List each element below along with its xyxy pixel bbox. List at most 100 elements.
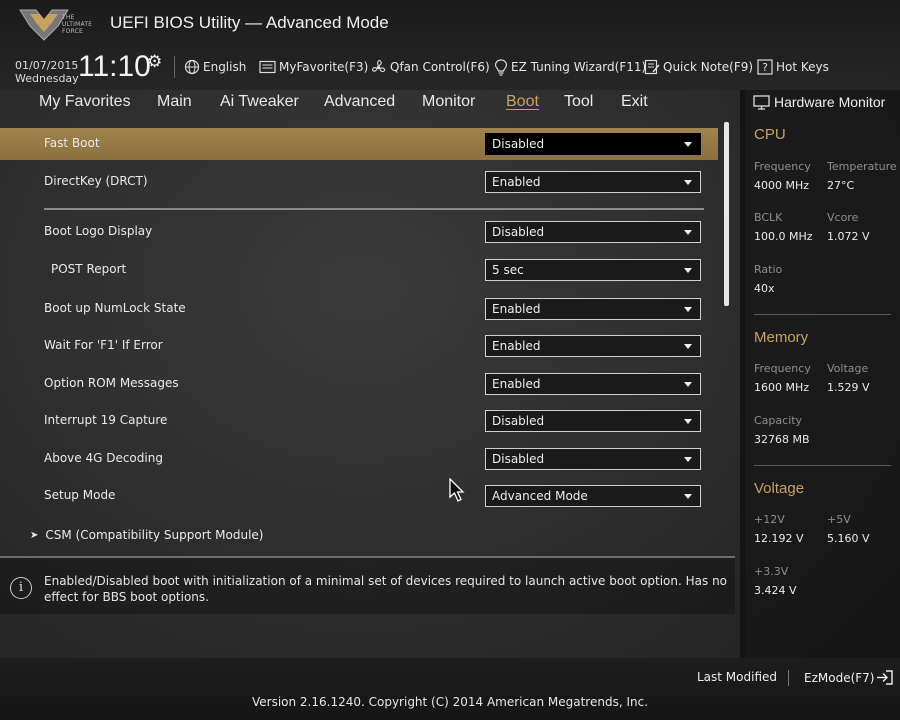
- csm-submenu-link[interactable]: ➤ CSM (Compatibility Support Module): [30, 528, 263, 543]
- qfan-control-button[interactable]: Qfan Control(F6): [370, 57, 490, 77]
- section-divider: [754, 465, 891, 466]
- hot-keys-button[interactable]: ? Hot Keys: [757, 57, 829, 77]
- setting-label: Boot Logo Display: [44, 224, 153, 238]
- help-text: Enabled/Disabled boot with initializatio…: [44, 574, 728, 604]
- memory-voltage-label: Voltage: [827, 362, 869, 375]
- dropdown-value: Disabled: [492, 137, 545, 151]
- setting-wait-f1[interactable]: Wait For 'F1' If Error Enabled: [0, 330, 718, 362]
- tab-advanced[interactable]: Advanced: [324, 93, 395, 111]
- tab-ai-tweaker[interactable]: Ai Tweaker: [220, 93, 299, 111]
- interrupt-19-capture-dropdown[interactable]: Disabled: [485, 410, 701, 432]
- setting-label: Option ROM Messages: [44, 376, 179, 390]
- footer-divider: [788, 670, 789, 686]
- setting-interrupt-19-capture[interactable]: Interrupt 19 Capture Disabled: [0, 405, 718, 437]
- section-divider: [44, 208, 704, 210]
- chevron-down-icon: [684, 457, 692, 462]
- tab-tool[interactable]: Tool: [564, 93, 593, 111]
- info-icon: i: [10, 577, 32, 599]
- chevron-down-icon: [684, 230, 692, 235]
- wait-f1-dropdown[interactable]: Enabled: [485, 335, 701, 357]
- bclk-label: BCLK: [754, 211, 783, 224]
- ezmode-label: EzMode(F7): [804, 670, 875, 685]
- myfavorite-button[interactable]: MyFavorite(F3): [259, 57, 368, 77]
- bclk-value: 100.0 MHz: [754, 230, 813, 243]
- exit-arrow-icon: [877, 670, 894, 685]
- chevron-down-icon: [684, 268, 692, 273]
- setup-mode-dropdown[interactable]: Advanced Mode: [485, 485, 701, 507]
- post-report-dropdown[interactable]: 5 sec: [485, 259, 701, 281]
- dropdown-value: Disabled: [492, 414, 545, 428]
- language-button[interactable]: English: [184, 57, 246, 77]
- hardware-monitor-title: Hardware Monitor: [753, 94, 885, 110]
- scrollbar[interactable]: [724, 122, 729, 306]
- dropdown-value: Advanced Mode: [492, 489, 588, 503]
- ez-tuning-wizard-button[interactable]: EZ Tuning Wizard(F11): [494, 57, 646, 77]
- globe-icon: [184, 59, 200, 75]
- dropdown-value: Disabled: [492, 452, 545, 466]
- cpu-heading: CPU: [754, 126, 786, 143]
- above-4g-decoding-dropdown[interactable]: Disabled: [485, 448, 701, 470]
- header-divider: [174, 56, 175, 78]
- clock[interactable]: 11:10: [78, 50, 151, 84]
- v5-label: +5V: [827, 513, 851, 526]
- memory-heading: Memory: [754, 329, 809, 346]
- numlock-state-dropdown[interactable]: Enabled: [485, 298, 701, 320]
- v33-value: 3.424 V: [754, 584, 797, 597]
- v5-value: 5.160 V: [827, 532, 870, 545]
- tab-main[interactable]: Main: [157, 93, 192, 111]
- svg-text:?: ?: [762, 61, 768, 74]
- voltage-heading: Voltage: [754, 480, 805, 497]
- ezmode-button[interactable]: EzMode(F7): [804, 670, 894, 685]
- hot-keys-label: Hot Keys: [776, 60, 829, 74]
- cpu-temperature-value: 27°C: [827, 179, 855, 192]
- dropdown-value: Enabled: [492, 302, 541, 316]
- setting-setup-mode[interactable]: Setup Mode Advanced Mode: [0, 480, 718, 512]
- mouse-pointer-icon: [449, 478, 465, 502]
- directkey-dropdown[interactable]: Enabled: [485, 171, 701, 193]
- dropdown-value: Enabled: [492, 175, 541, 189]
- tab-monitor[interactable]: Monitor: [422, 93, 475, 111]
- csm-label: CSM (Compatibility Support Module): [45, 528, 264, 542]
- setting-label: DirectKey (DRCT): [44, 174, 148, 188]
- quick-note-button[interactable]: Quick Note(F9): [644, 57, 753, 77]
- language-label: English: [203, 60, 247, 74]
- hardware-monitor-panel: Hardware Monitor CPU Frequency Temperatu…: [740, 90, 900, 658]
- setting-boot-logo-display[interactable]: Boot Logo Display Disabled: [0, 216, 718, 248]
- chevron-down-icon: [684, 494, 692, 499]
- dropdown-value: 5 sec: [492, 263, 524, 277]
- option-rom-messages-dropdown[interactable]: Enabled: [485, 373, 701, 395]
- app-title: UEFI BIOS Utility — Advanced Mode: [110, 13, 389, 32]
- vcore-label: Vcore: [827, 211, 859, 224]
- boot-logo-display-dropdown[interactable]: Disabled: [485, 221, 701, 243]
- tab-boot[interactable]: Boot: [506, 93, 539, 111]
- version-text: Version 2.16.1240. Copyright (C) 2014 Am…: [251, 695, 649, 709]
- memory-voltage-value: 1.529 V: [827, 381, 870, 394]
- chevron-down-icon: [684, 344, 692, 349]
- setting-post-report[interactable]: POST Report 5 sec: [0, 254, 718, 286]
- chevron-down-icon: [684, 382, 692, 387]
- last-modified-button[interactable]: Last Modified: [697, 670, 777, 684]
- logo-text: THE ULTIMATE FORCE: [62, 14, 93, 35]
- ratio-label: Ratio: [754, 263, 783, 276]
- question-icon: ?: [757, 59, 773, 75]
- setting-numlock-state[interactable]: Boot up NumLock State Enabled: [0, 293, 718, 325]
- capacity-label: Capacity: [754, 414, 803, 427]
- gear-icon[interactable]: ⚙: [147, 52, 162, 72]
- fast-boot-dropdown[interactable]: Disabled: [485, 133, 701, 155]
- footer: Last Modified EzMode(F7) Version 2.16.12…: [0, 658, 900, 720]
- ratio-value: 40x: [754, 282, 775, 295]
- boot-settings-panel: Fast Boot Disabled DirectKey (DRCT) Enab…: [0, 118, 735, 554]
- setting-option-rom-messages[interactable]: Option ROM Messages Enabled: [0, 368, 718, 400]
- tab-exit[interactable]: Exit: [621, 93, 648, 111]
- favorite-icon: [259, 60, 276, 74]
- setting-label: Fast Boot: [44, 136, 100, 150]
- setting-above-4g-decoding[interactable]: Above 4G Decoding Disabled: [0, 443, 718, 475]
- dropdown-value: Enabled: [492, 377, 541, 391]
- setting-directkey[interactable]: DirectKey (DRCT) Enabled: [0, 166, 718, 198]
- setting-fast-boot[interactable]: Fast Boot Disabled: [0, 128, 718, 160]
- dropdown-value: Disabled: [492, 225, 545, 239]
- setting-label: Wait For 'F1' If Error: [44, 338, 163, 352]
- tab-my-favorites[interactable]: My Favorites: [39, 93, 131, 111]
- memory-frequency-label: Frequency: [754, 362, 811, 375]
- setting-label: Above 4G Decoding: [44, 451, 163, 465]
